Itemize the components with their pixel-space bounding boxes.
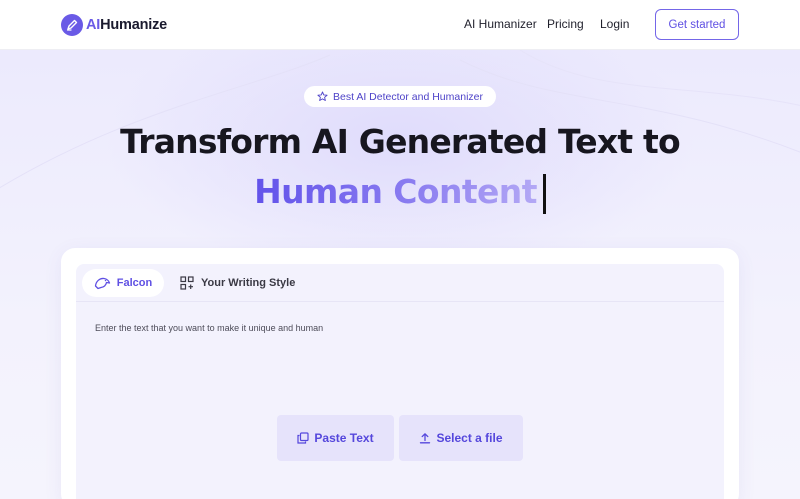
typing-caret — [542, 174, 546, 214]
headline-line-1: Transform AI Generated Text to — [120, 122, 681, 161]
upload-icon — [419, 432, 431, 444]
nav-pricing[interactable]: Pricing — [547, 17, 584, 31]
paste-text-button[interactable]: Paste Text — [277, 415, 394, 461]
qr-grid-icon — [180, 276, 194, 290]
tab-style-label: Your Writing Style — [201, 277, 296, 289]
headline-line-2: Human Content — [254, 172, 537, 214]
select-file-label: Select a file — [436, 431, 503, 445]
hero-badge: Best AI Detector and Humanizer — [304, 86, 496, 107]
logo[interactable]: AIHumanize — [61, 12, 167, 38]
logo-text: AIHumanize — [86, 17, 167, 33]
headline-line-2-wrap: Human Content — [0, 172, 800, 214]
tab-your-writing-style[interactable]: Your Writing Style — [180, 269, 295, 297]
copy-icon — [297, 432, 310, 444]
text-input-placeholder[interactable]: Enter the text that you want to make it … — [95, 323, 323, 333]
logo-pen-icon — [61, 14, 83, 36]
nav-login[interactable]: Login — [600, 17, 629, 31]
tab-falcon[interactable]: Falcon — [82, 269, 164, 297]
falcon-bird-icon — [94, 276, 111, 290]
mode-tabs: Falcon Your Writing Style — [76, 264, 724, 302]
top-nav-bar: AIHumanize AI Humanizer Pricing Login Ge… — [0, 0, 800, 50]
select-file-button[interactable]: Select a file — [399, 415, 523, 461]
tab-falcon-label: Falcon — [116, 277, 153, 289]
humanizer-card: Falcon Your Writing Style Enter the text… — [61, 248, 739, 499]
editor-panel: Falcon Your Writing Style Enter the text… — [76, 264, 724, 499]
badge-text: Best AI Detector and Humanizer — [333, 90, 483, 103]
nav-ai-humanizer[interactable]: AI Humanizer — [464, 17, 537, 31]
logo-ai-part: AI — [86, 17, 101, 33]
paste-text-label: Paste Text — [314, 431, 374, 445]
get-started-button[interactable]: Get started — [655, 9, 739, 40]
logo-humanize-part: Humanize — [100, 17, 167, 33]
star-icon — [317, 91, 328, 102]
